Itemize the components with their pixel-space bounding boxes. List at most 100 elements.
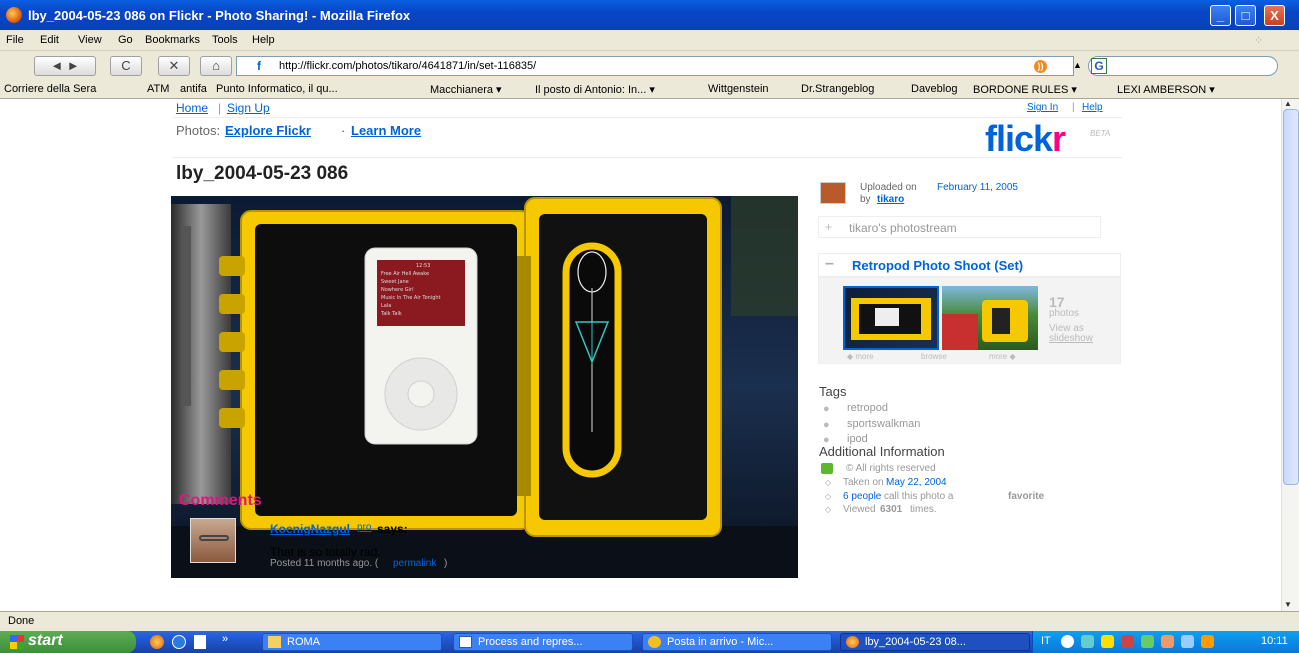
notepad-quicklaunch-icon[interactable] [194,635,206,649]
additional-info-heading: Additional Information [819,444,945,459]
flickr-logo[interactable]: flickr [985,119,1066,159]
bookmark-item[interactable]: Wittgenstein [708,83,769,95]
bookmark-item[interactable]: ATM [147,83,169,95]
learn-more-link[interactable]: Learn More [351,123,421,138]
menu-file[interactable]: File [6,34,24,46]
slideshow-link[interactable]: slideshow [1049,333,1093,344]
taken-date-link[interactable]: May 22, 2004 [886,477,947,488]
ipod-screen-line: 12:53 [416,263,430,269]
menu-edit[interactable]: Edit [40,34,59,46]
search-input[interactable]: G [1088,56,1278,76]
stop-button[interactable]: ✕ [158,56,190,76]
help-link[interactable]: Help [1082,102,1103,113]
scrollbar-thumb[interactable] [1283,109,1299,485]
menu-go[interactable]: Go [118,34,133,46]
fav-people-link[interactable]: 6 people [843,491,881,502]
bookmark-item[interactable]: Daveblog [911,83,957,95]
title-bar[interactable]: lby_2004-05-23 086 on Flickr - Photo Sha… [0,0,1299,30]
security-icon[interactable] [1121,635,1134,648]
menu-bookmarks[interactable]: Bookmarks [145,34,200,46]
collapse-icon[interactable]: – [825,255,834,273]
taskbar-item-roma[interactable]: ROMA [262,633,442,651]
menu-bar: File Edit View Go Bookmarks Tools Help ⁘ [0,30,1299,51]
language-indicator[interactable]: IT [1041,635,1051,647]
scroll-up-arrow-icon[interactable]: ▲ [1284,99,1292,108]
ie-quicklaunch-icon[interactable] [172,635,186,649]
minimize-button[interactable]: _ [1210,5,1231,26]
bookmark-item[interactable]: BORDONE RULES ▾ [973,83,1077,96]
quicklaunch-more[interactable]: » [222,633,228,645]
prev-more-link[interactable]: ◆ more [847,352,874,361]
fav-text: call this photo a [884,491,954,502]
start-button[interactable]: start [0,631,136,653]
bookmark-item[interactable]: Corriere della Sera [4,83,96,95]
vertical-scrollbar[interactable]: ▲ ▼ [1281,99,1299,611]
maximize-button[interactable]: □ [1235,5,1256,26]
tag-link[interactable]: sportswalkman [847,418,920,430]
back-forward-button[interactable]: ◄ ► [34,56,96,76]
photo-title: lby_2004-05-23 086 [176,163,349,184]
tag-link[interactable]: retropod [847,402,888,414]
throbber-icon: ⁘ [1254,35,1264,47]
separator: | [218,101,222,115]
bookmark-item[interactable]: Macchianera ▾ [430,83,502,96]
close-button[interactable]: X [1264,5,1285,26]
search-engine-dropdown-icon[interactable]: ▲ [1073,60,1082,70]
update-icon[interactable] [1181,635,1194,648]
rss-feed-icon[interactable]: )) [1034,60,1047,73]
reload-button[interactable]: C [110,56,142,76]
permalink-link[interactable]: permalink [393,558,436,569]
viewed-suffix: times. [910,504,937,515]
ipod-screen-line: Free Air Hell Awake [381,271,429,277]
bookmark-item[interactable]: antifa [180,83,207,95]
status-bar: Done [0,611,1299,631]
firefox-quicklaunch-icon[interactable] [150,635,164,649]
pro-badge[interactable]: pro [357,522,371,533]
photos-label: Photos: [176,123,221,138]
messenger-icon[interactable] [1101,635,1114,648]
bookmark-item[interactable]: Dr.Strangeblog [801,83,874,95]
firefox-window: lby_2004-05-23 086 on Flickr - Photo Sha… [0,0,1299,653]
photostream-box[interactable]: + tikaro's photostream [818,216,1101,238]
menu-tools[interactable]: Tools [212,34,238,46]
home-link[interactable]: Home [176,101,208,115]
bookmark-item[interactable]: Il posto di Antonio: In... ▾ [535,83,655,96]
volume-icon[interactable] [1161,635,1174,648]
scroll-down-arrow-icon[interactable]: ▼ [1284,600,1292,609]
menu-view[interactable]: View [78,34,102,46]
explore-flickr-link[interactable]: Explore Flickr [225,123,311,138]
owner-avatar[interactable] [820,182,846,204]
set-header[interactable]: – Retropod Photo Shoot (Set) [818,253,1121,277]
upload-date-link[interactable]: February 11, 2005 [937,182,1018,193]
taskbar-item-outlook[interactable]: Posta in arrivo - Mic... [642,633,832,651]
browse-link[interactable]: browse [921,352,947,361]
menu-help[interactable]: Help [252,34,275,46]
url-input[interactable]: f http://flickr.com/photos/tikaro/464187… [236,56,1074,76]
viewed-count: 6301 [880,504,903,515]
outlook-icon [648,636,661,648]
alert-icon[interactable] [1201,635,1214,648]
antivirus-icon[interactable] [1141,635,1154,648]
commenter-link[interactable]: KoenigNazgul [270,522,350,536]
set-thumbnail-next[interactable] [942,286,1038,350]
taskbar-item-firefox[interactable]: lby_2004-05-23 08... [840,633,1030,651]
signin-link[interactable]: Sign In [1027,102,1058,113]
bookmark-item[interactable]: Punto Informatico, il qu... [216,83,338,95]
firefox-icon [6,7,22,23]
bullet: · [341,123,346,138]
expand-icon[interactable]: + [825,220,832,234]
network-icon[interactable] [1081,635,1094,648]
owner-link[interactable]: tikaro [877,194,904,205]
taskbar-item-word[interactable]: Process and repres... [453,633,633,651]
main-photo[interactable]: 12:53 Free Air Hell Awake Sweet Jane Now… [171,196,798,578]
next-more-link[interactable]: more ◆ [989,352,1016,361]
bookmark-item[interactable]: LEXI AMBERSON ▾ [1117,83,1215,96]
commenter-avatar[interactable] [190,518,236,563]
ipod-screen-line: Talk Talk [380,311,402,317]
set-thumbnail-current[interactable] [843,286,939,350]
bullet-icon: ◇ [825,505,832,514]
signup-link[interactable]: Sign Up [227,101,270,115]
home-button[interactable]: ⌂ [200,56,232,76]
google-icon: G [1091,58,1107,74]
tray-arrow-icon[interactable] [1061,635,1074,648]
